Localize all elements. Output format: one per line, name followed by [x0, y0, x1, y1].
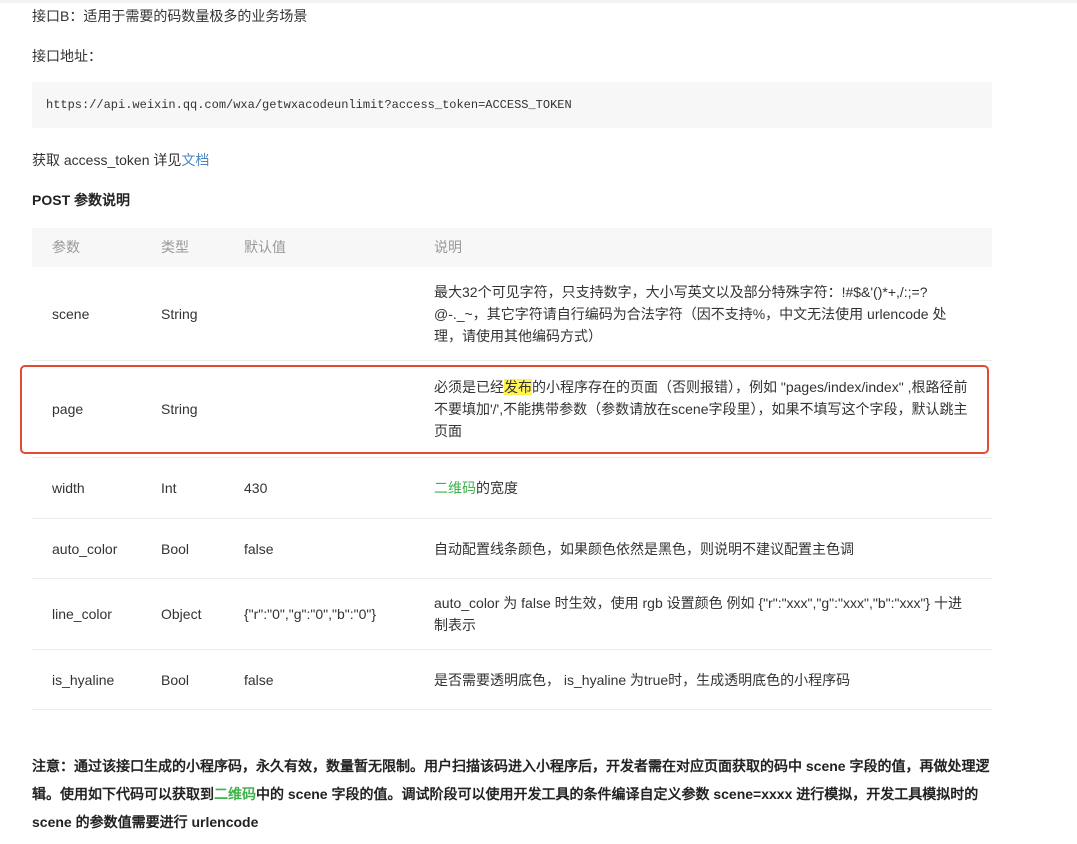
- param-desc: 是否需要透明底色， is_hyaline 为true时，生成透明底色的小程序码: [434, 671, 851, 688]
- param-type: String: [161, 401, 198, 417]
- param-type: Object: [161, 606, 202, 622]
- param-name: auto_color: [52, 540, 118, 557]
- interface-address-label: 接口地址：: [32, 48, 102, 64]
- api-url: https://api.weixin.qq.com/wxa/getwxacode…: [46, 98, 572, 112]
- table-row: auto_color Bool false 自动配置线条颜色，如果颜色依然是黑色…: [32, 519, 992, 579]
- table-header: 参数 类型 默认值 说明: [32, 228, 992, 267]
- note-paragraph: 注意：通过该接口生成的小程序码，永久有效，数量暂无限制。用户扫描该码进入小程序后…: [32, 752, 1007, 836]
- section-title: POST 参数说明: [32, 192, 131, 208]
- param-default: 430: [244, 480, 268, 496]
- token-line: 获取 access_token 详见文档: [32, 150, 209, 170]
- param-desc: 最大32个可见字符，只支持数字，大小写英文以及部分特殊字符：!#$&'()*+,…: [434, 283, 947, 344]
- table-row: line_color Object {"r":"0","g":"0","b":"…: [32, 579, 992, 650]
- interface-title: 接口B：适用于需要的码数量极多的业务场景: [32, 8, 308, 24]
- param-name: width: [52, 480, 85, 496]
- param-type: String: [161, 305, 198, 322]
- param-name: line_color: [52, 606, 112, 622]
- param-name: scene: [52, 305, 90, 322]
- url-code-block: https://api.weixin.qq.com/wxa/getwxacode…: [32, 82, 992, 128]
- param-desc: 必须是已经发布的小程序存在的页面（否则报错），例如 "pages/index/i…: [434, 376, 974, 442]
- docs-link[interactable]: 文档: [181, 152, 209, 168]
- param-type: Bool: [161, 671, 190, 688]
- token-text: 获取 access_token 详见: [32, 152, 182, 168]
- desc-text: 必须是已经: [434, 379, 504, 395]
- param-default: false: [244, 540, 274, 557]
- param-type: Bool: [161, 540, 190, 557]
- param-name: is_hyaline: [52, 671, 115, 688]
- param-desc: 二维码的宽度: [434, 477, 974, 499]
- header-type: 类型: [161, 239, 189, 255]
- table-row: width Int 430 二维码的宽度: [32, 458, 992, 519]
- params-table: 参数 类型 默认值 说明 scene String 最大32个可见字符，只支持数…: [32, 228, 992, 710]
- top-scroll-edge: [0, 0, 1077, 3]
- doc-page: 接口B：适用于需要的码数量极多的业务场景 接口地址： https://api.w…: [0, 0, 1077, 844]
- param-desc: 自动配置线条颜色，如果颜色依然是黑色，则说明不建议配置主色调: [434, 540, 854, 557]
- param-default: false: [244, 671, 274, 688]
- desc-text: 的宽度: [476, 480, 518, 496]
- highlighted-text: 发布: [504, 379, 532, 395]
- header-default: 默认值: [244, 239, 286, 255]
- param-name: page: [52, 401, 84, 417]
- param-default: {"r":"0","g":"0","b":"0"}: [244, 606, 377, 622]
- table-row: scene String 最大32个可见字符，只支持数字，大小写英文以及部分特殊…: [32, 267, 992, 361]
- param-desc: auto_color 为 false 时生效，使用 rgb 设置颜色 例如 {"…: [434, 595, 962, 633]
- header-desc: 说明: [434, 239, 462, 255]
- header-param: 参数: [52, 239, 80, 255]
- param-type: Int: [161, 480, 177, 496]
- table-row: is_hyaline Bool false 是否需要透明底色， is_hyali…: [32, 650, 992, 710]
- qrcode-link[interactable]: 二维码: [434, 480, 476, 496]
- table-row: page String 必须是已经发布的小程序存在的页面（否则报错），例如 "p…: [32, 361, 992, 458]
- qrcode-link[interactable]: 二维码: [214, 786, 256, 802]
